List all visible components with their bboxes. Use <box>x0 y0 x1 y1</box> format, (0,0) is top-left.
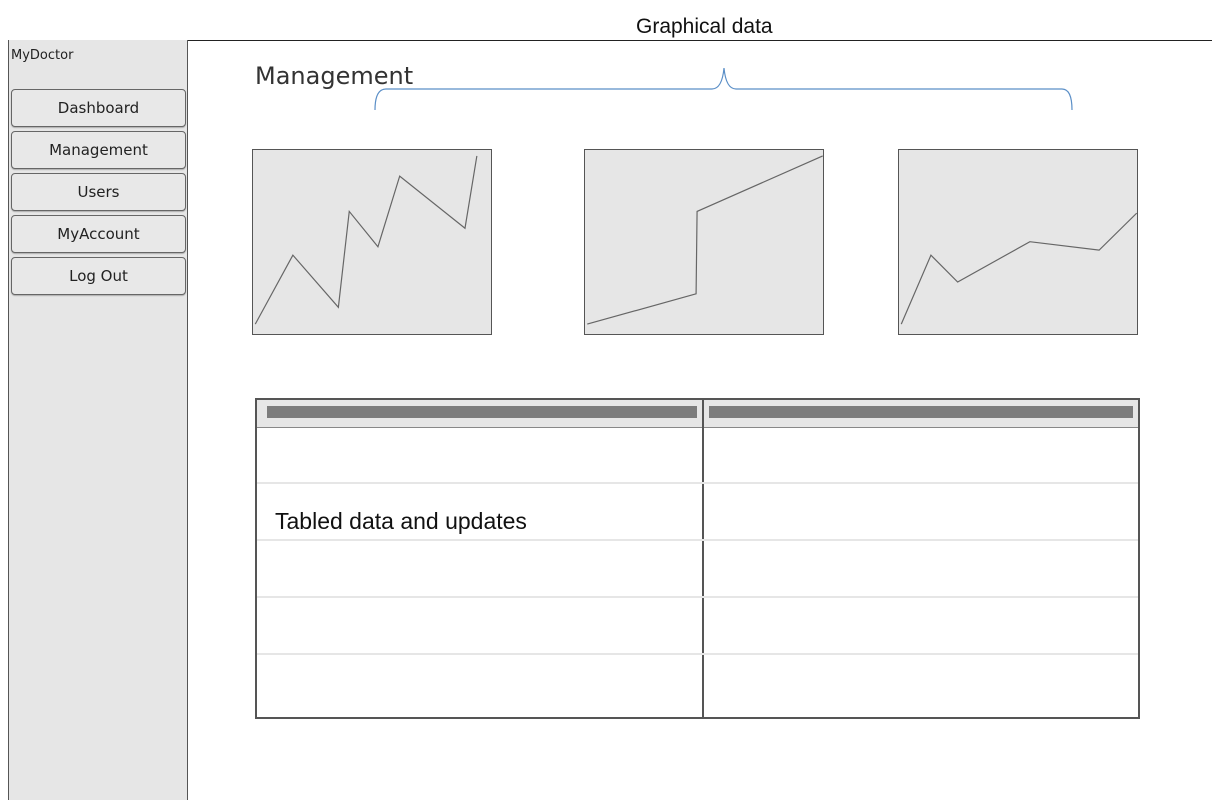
table-column-header[interactable] <box>709 406 1133 418</box>
sidebar-item-logout[interactable]: Log Out <box>11 257 186 295</box>
sidebar-item-dashboard[interactable]: Dashboard <box>11 89 186 127</box>
table-column-header[interactable] <box>267 406 697 418</box>
chart-2 <box>584 149 824 335</box>
page-title: Management <box>255 62 414 90</box>
tabled-data-annotation: Tabled data and updates <box>275 508 527 534</box>
sidebar-item-users[interactable]: Users <box>11 173 186 211</box>
brace-path <box>374 67 1073 111</box>
sidebar-item-label: Management <box>49 141 148 159</box>
chart-1-svg <box>254 155 478 325</box>
table-row-divider <box>257 482 1138 484</box>
chart-1 <box>252 149 492 335</box>
chart-2-line <box>587 155 823 325</box>
sidebar-item-label: Users <box>77 183 120 201</box>
sidebar-item-label: Log Out <box>69 267 128 285</box>
table-row-divider <box>257 596 1138 598</box>
table-row-divider <box>257 539 1138 541</box>
graphical-data-annotation: Graphical data <box>636 15 773 38</box>
sidebar-item-management[interactable]: Management <box>11 131 186 169</box>
chart-1-line <box>254 155 478 325</box>
sidebar-item-myaccount[interactable]: MyAccount <box>11 215 186 253</box>
table-row-divider <box>257 653 1138 655</box>
app-brand: MyDoctor <box>11 48 74 63</box>
chart-3-svg <box>900 212 1137 325</box>
window-top-border <box>8 40 1212 41</box>
sidebar-item-label: MyAccount <box>57 225 140 243</box>
chart-3-line <box>900 212 1137 325</box>
column-divider <box>702 400 704 717</box>
chart-3 <box>898 149 1138 335</box>
table-header <box>257 400 1138 428</box>
data-table: Tabled data and updates <box>255 398 1140 719</box>
chart-2-svg <box>587 155 823 325</box>
sidebar-item-label: Dashboard <box>57 99 140 117</box>
